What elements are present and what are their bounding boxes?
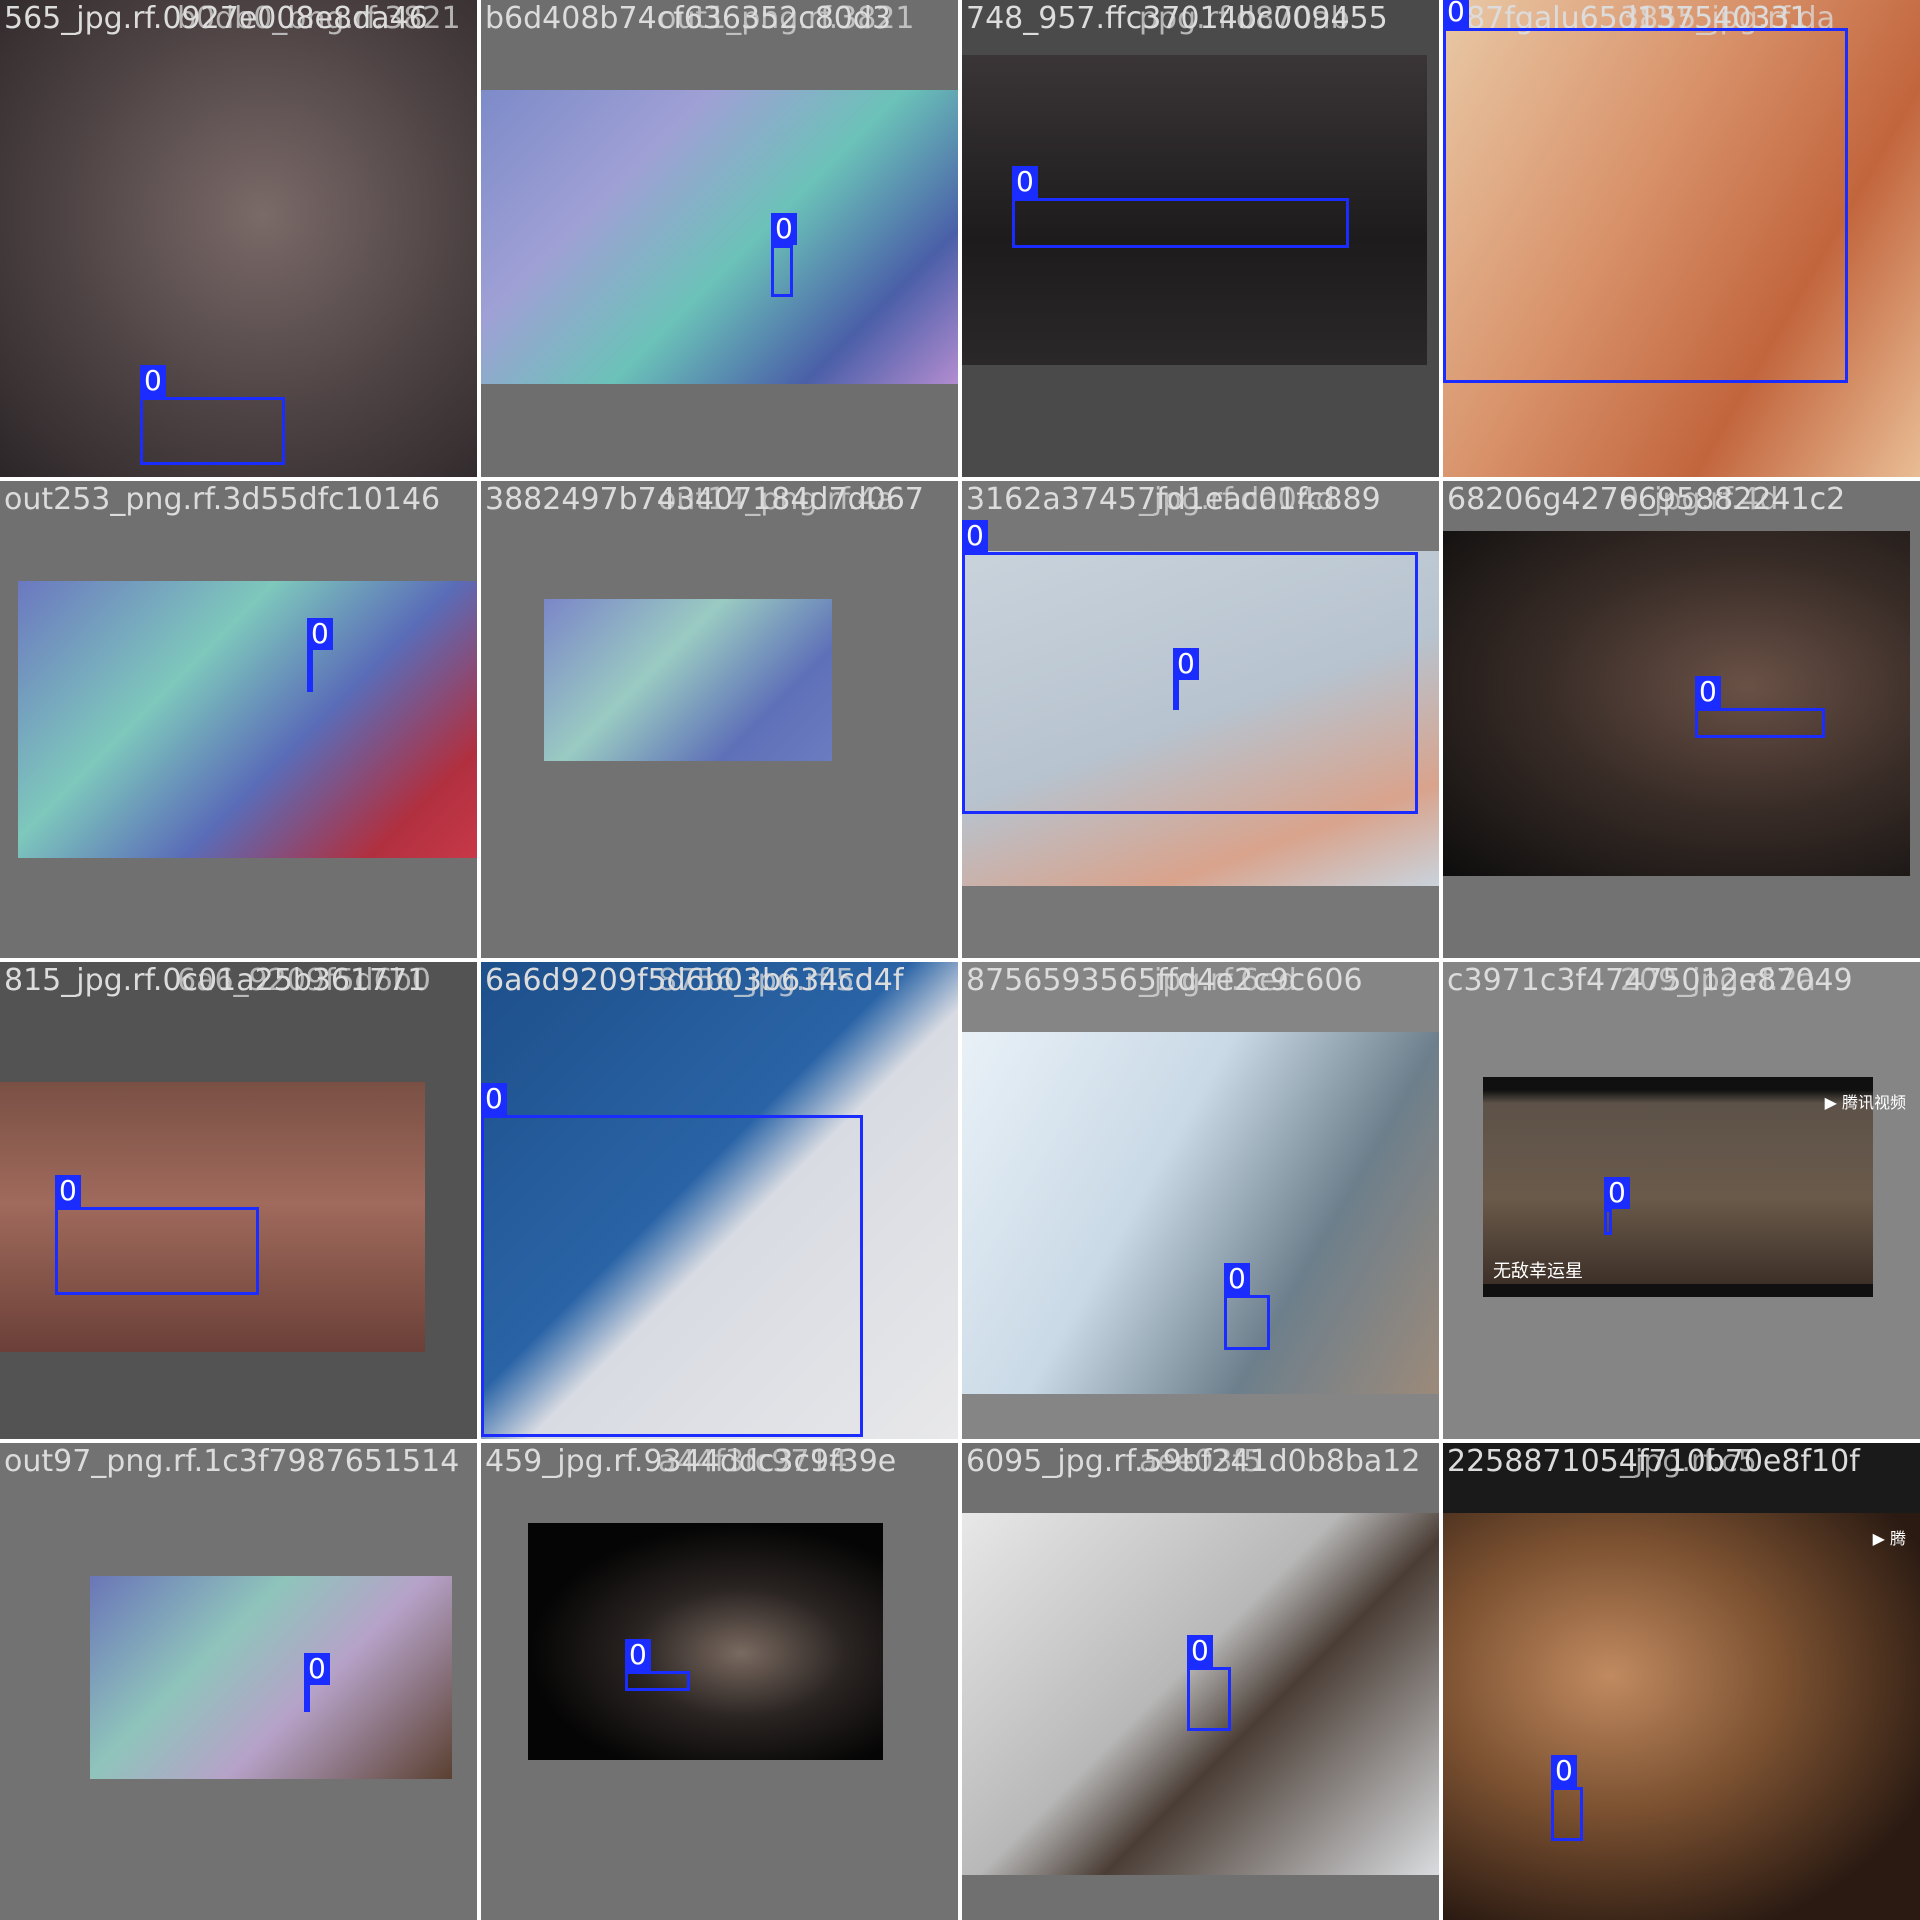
overlapping-caption: out1_png.rf.3821 xyxy=(658,1,915,36)
overlapping-caption: 8756_jpg.rf.5c xyxy=(658,963,872,998)
detection-box xyxy=(1443,28,1848,383)
class-label: 0 xyxy=(1187,1635,1213,1667)
detection-box xyxy=(481,1115,863,1437)
sample-photo xyxy=(528,1523,883,1760)
mosaic-tile: ▶ 腾讯视频 无敌幸运星 c3971c3f47475012e87049 209_jpg… xyxy=(1443,962,1920,1439)
sample-photo xyxy=(962,1032,1439,1394)
detection-box xyxy=(771,245,793,297)
overlapping-caption: _jpg.rf.da04d xyxy=(1139,482,1335,517)
overlapping-caption: _jpg.rf.c5 xyxy=(1620,1444,1757,1479)
detection-box xyxy=(55,1207,259,1295)
overlapping-caption: ppg.rf.d870ab xyxy=(1139,1,1350,36)
detection-box xyxy=(304,1685,310,1712)
mosaic-tile: out97_png.rf.1c3f7987651514 xyxy=(0,1443,477,1920)
class-label: 0 xyxy=(304,1653,330,1685)
detection-box xyxy=(1604,1209,1612,1235)
sample-photo xyxy=(90,1576,452,1779)
class-label: 0 xyxy=(1604,1177,1630,1209)
mosaic-tile: b6d408b74cf636352c80d3 out1_png.rf.3821 xyxy=(481,0,958,477)
sample-photo xyxy=(18,581,477,858)
overlapping-caption: _jpg.rf.6ed xyxy=(1139,963,1297,998)
detection-box xyxy=(140,397,285,465)
mosaic-tile: out253_png.rf.3d55dfc10146 xyxy=(0,481,477,958)
class-label: 0 xyxy=(140,365,166,397)
detection-box xyxy=(1012,198,1349,248)
detection-box xyxy=(1224,1295,1270,1350)
class-label: 0 xyxy=(481,1083,507,1115)
overlapping-caption: 209_jpg.rf.2a xyxy=(1620,963,1816,998)
detection-box xyxy=(962,552,1418,814)
class-label: 0 xyxy=(1012,166,1038,198)
mosaic-tile: 3882497b743407184d7d067 out14_png.rf.4a xyxy=(481,481,958,958)
detection-box xyxy=(1187,1667,1231,1731)
mosaic-tile: 68206g4276695882241c2 9_jpg.rf.4d xyxy=(1443,481,1920,958)
mosaic-tile: 459_jpg.rf.9344ddc3c9f39e a44f3fc9714 xyxy=(481,1443,958,1920)
mosaic-tile: 8756593565ffd4e2c9c606 _jpg.rf.6ed xyxy=(962,962,1439,1439)
detection-box xyxy=(1551,1787,1583,1841)
mosaic-tile: ▶ 腾 2258871054f710b70e8f10f _jpg.rf.c5 xyxy=(1443,1443,1920,1920)
class-label: 0 xyxy=(1443,0,1469,28)
class-label: 0 xyxy=(1551,1755,1577,1787)
sample-photo xyxy=(1443,1513,1920,1920)
sample-photo xyxy=(544,599,832,761)
filename-caption: out253_png.rf.3d55dfc10146 xyxy=(4,482,441,517)
mosaic-grid: 565_jpg.rf.0927e008e8da46 b0db0_bng.rf.38… xyxy=(0,0,1920,1920)
sample-photo xyxy=(1443,531,1910,876)
class-label: 0 xyxy=(307,618,333,650)
class-label: 0 xyxy=(1224,1263,1250,1295)
overlapping-caption: aee03f5 xyxy=(1139,1444,1263,1479)
detection-box xyxy=(625,1671,690,1691)
subtitle-text: 无敌幸运星 xyxy=(1493,1261,1583,1282)
overlapping-caption: b0db0_bng.rf.3821 xyxy=(177,1,461,36)
detection-box xyxy=(307,650,313,692)
filename-caption: out97_png.rf.1c3f7987651514 xyxy=(4,1444,460,1479)
overlapping-caption: 9_jpg.rf.4d xyxy=(1620,482,1779,517)
class-label: 0 xyxy=(55,1175,81,1207)
video-watermark: ▶ 腾讯视频 xyxy=(1824,1093,1906,1112)
overlapping-caption: out14_png.rf.4a xyxy=(658,482,895,517)
overlapping-caption: a44f3fc9714 xyxy=(658,1444,848,1479)
overlapping-caption: 6a6_9209f5d6b0 xyxy=(177,963,431,998)
detection-box xyxy=(1695,708,1825,738)
class-label: 0 xyxy=(1695,676,1721,708)
class-label: 0 xyxy=(625,1639,651,1671)
class-label: 0 xyxy=(771,213,797,245)
sample-photo xyxy=(481,90,958,384)
class-label: 0 xyxy=(962,520,988,552)
video-watermark: ▶ 腾 xyxy=(1872,1529,1906,1548)
